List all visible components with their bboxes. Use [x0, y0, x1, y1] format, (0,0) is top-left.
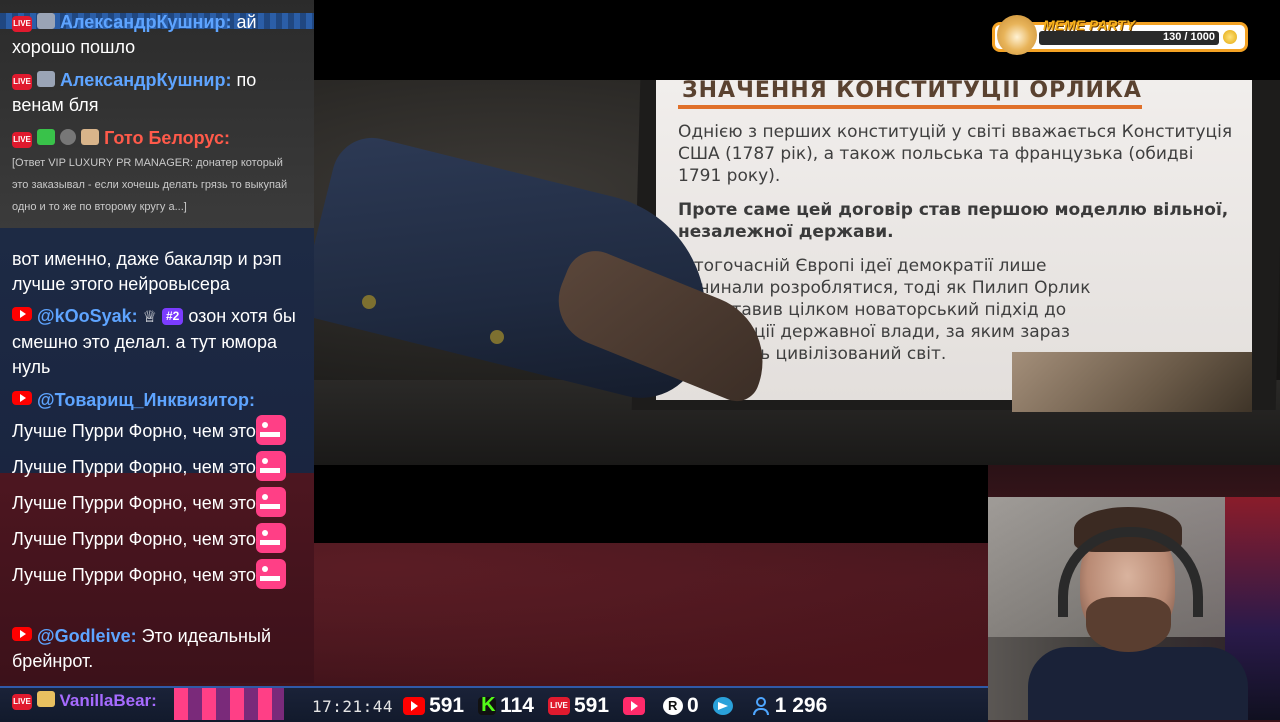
crown-icon: ♕ [142, 309, 157, 326]
stat-youtube-value: 591 [429, 694, 465, 717]
chat-message: LIVE АлександрКушнир: ай хорошо пошло [12, 10, 312, 60]
avatar-badge-icon [81, 129, 100, 145]
chat-message: вот именно, даже бакаляр и рэп лучше это… [12, 249, 282, 294]
chat-message-last: LIVE VanillaBear: [12, 691, 157, 711]
chat-author[interactable]: АлександрКушнир: [60, 12, 231, 32]
stat-kick-value: 114 [500, 694, 534, 717]
chat-author[interactable]: Гото Белорус: [104, 128, 230, 148]
clock: 17:21:44 [312, 696, 394, 716]
video-letterbox [314, 465, 988, 543]
meme-party-widget: MEME PARTY 130 / 1000 [992, 15, 1248, 55]
chat-text: Лучше Пурри Форно, чем это [12, 565, 256, 585]
stat-live: LIVE 591 [548, 694, 609, 718]
stat-live-value: 591 [574, 694, 610, 717]
emote-icon [255, 487, 286, 517]
stream-stats: 17:21:44 591 114 LIVE 591 0 1 296 [312, 692, 841, 720]
emote-icon [255, 523, 286, 553]
rutube-icon [663, 697, 684, 715]
status-bar: LIVE VanillaBear: 17:21:44 591 114 LIVE … [0, 686, 988, 722]
avatar-badge-icon [37, 13, 56, 29]
youtube-icon [12, 307, 32, 321]
webcam-shirt [1028, 647, 1248, 720]
sleeve-button [490, 330, 504, 344]
chat-text: Лучше Пурри Форно, чем это [12, 421, 256, 441]
stat-viewers-value: 1 296 [774, 694, 828, 717]
rank-badge: #2 [161, 308, 184, 325]
stat-youtube: 591 [403, 694, 464, 718]
youtube-icon [12, 391, 32, 405]
slide-title: ЗНАЧЕННЯ КОНСТИТУЦІЇ ОРЛИКА [678, 80, 1142, 109]
avatar-badge-icon [36, 691, 55, 707]
live-badge-icon: LIVE [12, 694, 32, 710]
stat-rutube-value: 0 [687, 694, 699, 717]
stat-kick: 114 [478, 694, 534, 718]
chat-author[interactable]: VanillaBear: [59, 691, 156, 710]
live-badge-icon: LIVE [12, 16, 32, 32]
live-icon: LIVE [548, 697, 570, 715]
avatar-badge-icon [37, 71, 56, 87]
stat-play [623, 697, 649, 715]
chat-author[interactable]: @Товарищ_Инквизитор: [37, 390, 255, 410]
emote-icon [255, 559, 286, 589]
slide-paragraph-1: Однією з перших конституцій у світі вваж… [678, 122, 1233, 186]
coin-icon [1223, 30, 1237, 44]
emote-icon [255, 451, 286, 481]
telegram-icon [712, 697, 733, 715]
chat-author[interactable]: @kOoSyak: [37, 306, 138, 326]
youtube-icon [403, 697, 426, 715]
youtube-icon [12, 627, 32, 641]
slide-photo [1012, 352, 1252, 412]
chat-panel: LIVE АлександрКушнир: ай хорошо пошло LI… [0, 0, 314, 690]
video-player[interactable]: ЗНАЧЕННЯ КОНСТИТУЦІЇ ОРЛИКА Однією з пер… [314, 80, 1280, 465]
chat-message: @kOoSyak: ♕ #2 озон хотя бы смешно это д… [12, 304, 312, 380]
live-badge-icon: LIVE [12, 132, 32, 148]
webcam-feed [988, 497, 1280, 720]
chat-message: LIVE Гото Белорус: [12, 126, 312, 151]
stat-viewers: 1 296 [751, 694, 828, 718]
chat-reply-text: [Ответ VIP LUXURY PR MANAGER: донатер ко… [12, 157, 288, 213]
chat-text: Лучше Пурри Форно, чем это [12, 493, 256, 513]
chat-message: @Товарищ_Инквизитор: Лучше Пурри Форно, … [12, 388, 312, 593]
chat-author[interactable]: АлександрКушнир: [60, 70, 231, 90]
sleeve-button [362, 295, 376, 309]
doge-icon [997, 15, 1037, 55]
kick-icon [478, 694, 497, 717]
chat-text: Лучше Пурри Форно, чем это [12, 457, 256, 477]
chat-message: LIVE АлександрКушнир: по венам бля [12, 68, 312, 118]
live-badge-icon: LIVE [12, 74, 32, 90]
pencil-badge-icon [37, 129, 56, 145]
chat-author[interactable]: @Godleive: [37, 626, 137, 646]
chat-message: @Godleive: Это идеальный брейнрот. [12, 624, 312, 674]
user-icon [751, 697, 771, 715]
chat-text: Лучше Пурри Форно, чем это [12, 529, 256, 549]
check-badge-icon [60, 129, 77, 145]
slide-paragraph-2: Проте саме цей договір став першою модел… [678, 200, 1229, 242]
emote-icon [255, 415, 286, 445]
meme-party-progress: 130 / 1000 [1163, 31, 1215, 43]
meme-party-title: MEME PARTY [1043, 17, 1136, 33]
emote-strip-icon [174, 688, 284, 720]
stat-rutube: 0 [663, 694, 699, 718]
play-icon [623, 697, 646, 715]
stat-telegram [712, 697, 737, 715]
